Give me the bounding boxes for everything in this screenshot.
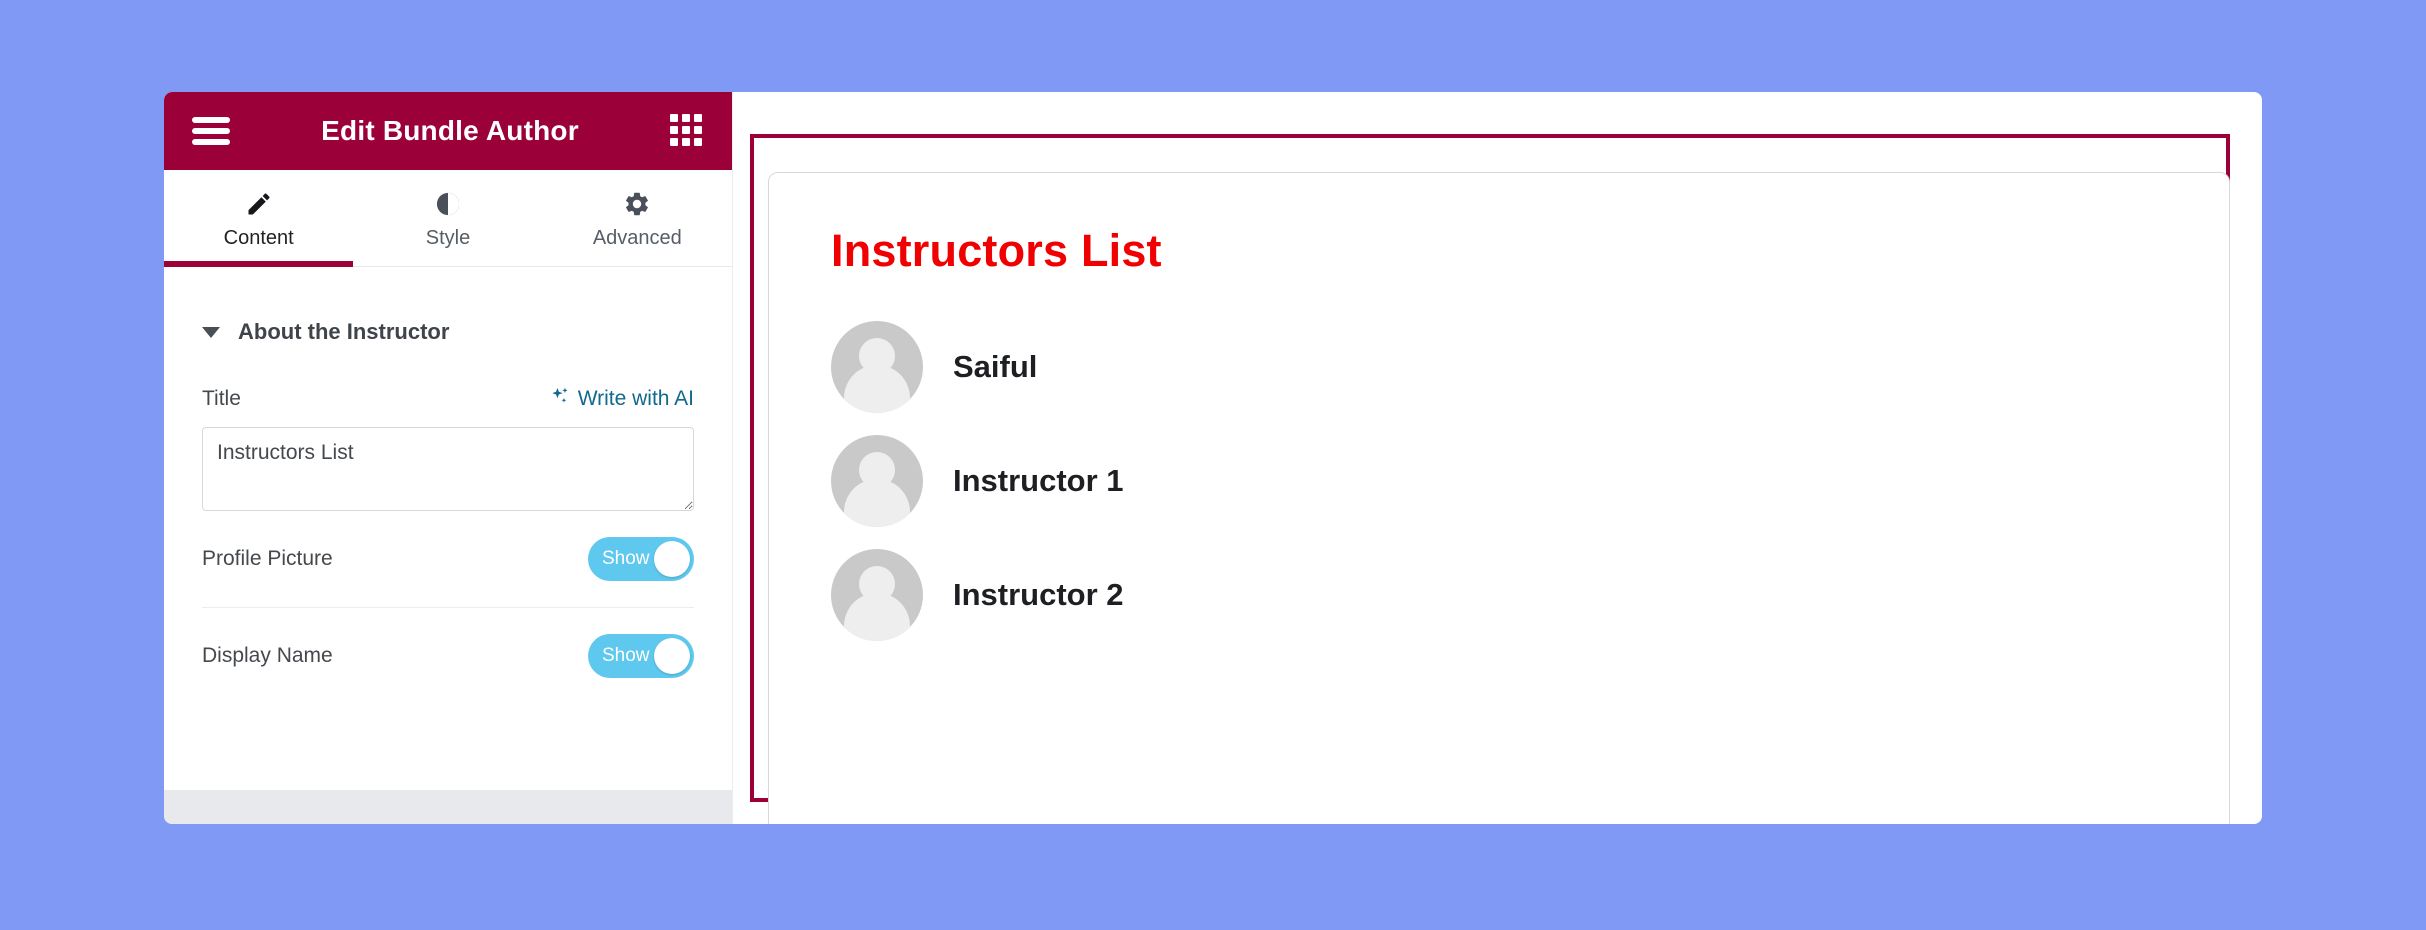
list-item[interactable]: Instructor 2: [831, 549, 2229, 641]
user-avatar-icon: [831, 549, 923, 641]
toggle-knob: [654, 541, 690, 577]
user-avatar-icon: [831, 435, 923, 527]
tab-content-label: Content: [223, 226, 294, 249]
gear-icon: [623, 189, 651, 219]
hamburger-menu-icon[interactable]: [192, 117, 230, 145]
list-item[interactable]: Saiful: [831, 321, 2229, 413]
instructors-widget-card: Instructors List Saiful Instructor 1 Ins…: [768, 172, 2230, 824]
preview-canvas: Instructors List Saiful Instructor 1 Ins…: [732, 92, 2262, 824]
title-field-label: Title: [202, 387, 241, 410]
panel-tabs: Content Style Advanced: [164, 170, 732, 267]
caret-down-icon: [202, 326, 220, 338]
tab-advanced-label: Advanced: [592, 226, 682, 249]
section-about-the-instructor[interactable]: About the Instructor: [202, 267, 694, 355]
page-title: Edit Bundle Author: [321, 115, 579, 146]
panel-body: About the Instructor Title Write with AI: [164, 267, 732, 790]
apps-grid-icon[interactable]: [670, 114, 704, 148]
sparkle-icon: [549, 385, 571, 413]
instructors-list: Saiful Instructor 1 Instructor 2: [831, 321, 2229, 641]
tab-advanced[interactable]: Advanced: [543, 170, 732, 266]
contrast-icon: [434, 189, 462, 219]
panel-header: Edit Bundle Author: [164, 92, 732, 170]
toggle-row-profile-picture: Profile Picture Show: [202, 511, 694, 608]
write-with-ai-label: Write with AI: [577, 387, 694, 410]
display-name-toggle[interactable]: Show: [588, 634, 694, 678]
section-title: About the Instructor: [238, 319, 450, 344]
tab-style-label: Style: [425, 226, 471, 249]
profile-picture-toggle[interactable]: Show: [588, 537, 694, 581]
profile-picture-toggle-state: Show: [602, 548, 650, 569]
user-avatar-icon: [831, 321, 923, 413]
toggle-knob: [654, 638, 690, 674]
tab-content[interactable]: Content: [164, 170, 354, 267]
display-name-label: Display Name: [202, 644, 333, 667]
write-with-ai-button[interactable]: Write with AI: [549, 385, 694, 413]
toggle-row-display-name: Display Name Show: [202, 608, 694, 704]
tab-style[interactable]: Style: [353, 170, 542, 266]
elementor-editor-shell: Edit Bundle Author Content Style Advance…: [164, 92, 2262, 824]
editor-sidebar-panel: Edit Bundle Author Content Style Advance…: [164, 92, 732, 824]
display-name-toggle-state: Show: [602, 645, 650, 666]
instructor-name: Saiful: [953, 349, 1038, 384]
instructor-name: Instructor 1: [953, 463, 1124, 498]
selected-widget-outline[interactable]: Instructors List Saiful Instructor 1 Ins…: [750, 134, 2230, 824]
list-item[interactable]: Instructor 1: [831, 435, 2229, 527]
panel-resize-handle[interactable]: [732, 92, 737, 824]
profile-picture-label: Profile Picture: [202, 547, 333, 570]
pencil-icon: [245, 189, 273, 219]
panel-footer: [164, 790, 732, 824]
instructors-list-heading: Instructors List: [831, 225, 1162, 276]
title-field-row: Title Write with AI: [202, 385, 694, 413]
title-input[interactable]: [202, 427, 694, 511]
instructor-name: Instructor 2: [953, 577, 1124, 612]
